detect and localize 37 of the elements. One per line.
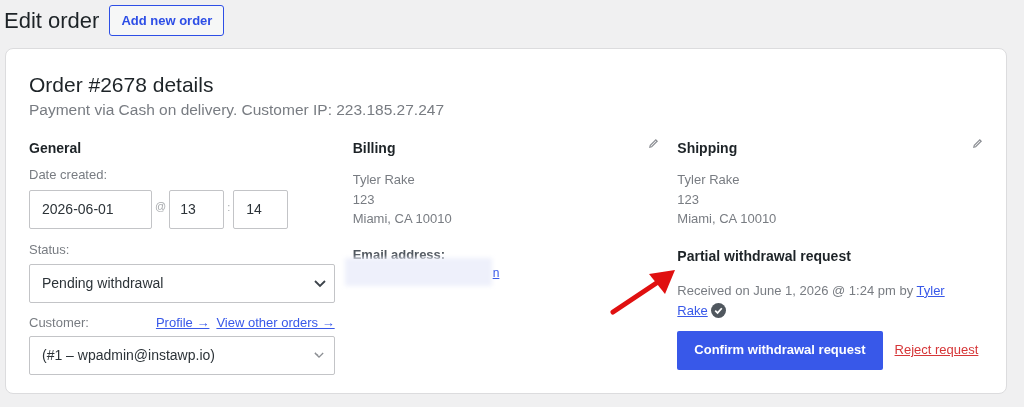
- field-label: Email address:: [352, 245, 447, 264]
- field-label: Date created:: [29, 166, 109, 184]
- address-line: Tyler Rake: [352, 171, 416, 189]
- customer-link[interactable]: View other orders →: [216, 313, 335, 333]
- pencil-icon[interactable]: [972, 138, 983, 149]
- hour-field[interactable]: 13: [169, 189, 225, 229]
- time-separator: :: [227, 199, 231, 215]
- address-line: 123: [352, 190, 376, 209]
- order-subheading: Payment via Cash on delivery. Customer IP: 223.185.27.247: [29, 100, 445, 120]
- field-label: Status:: [29, 240, 71, 259]
- chevron-icon: [313, 279, 326, 288]
- received-text: Received on June 1, 2026 @ 1:24 pm by Tyler Rake: [677, 281, 946, 320]
- minute-field[interactable]: 14: [233, 189, 289, 229]
- order-heading: Order #2678 details: [29, 72, 215, 98]
- customer-select[interactable]: (#1 – wpadmin@instawp.io): [29, 335, 335, 375]
- confirm-withdrawal-button[interactable]: Confirm withdrawal request: [677, 330, 883, 370]
- add-new-order-button[interactable]: Add new order: [109, 5, 225, 36]
- section-heading: General: [29, 139, 83, 158]
- address-line: 123: [677, 190, 701, 209]
- status-select[interactable]: Pending withdrawal: [29, 264, 335, 303]
- address-line: Tyler Rake: [677, 171, 741, 189]
- email-link[interactable]: n: [492, 264, 500, 282]
- at-sign: @: [155, 198, 167, 214]
- page-title: Edit order: [4, 7, 100, 35]
- withdrawal-heading: Partial withdrawal request: [677, 246, 852, 266]
- date-field[interactable]: 2026-06-01: [29, 189, 152, 229]
- address-line: Miami, CA 10010: [352, 210, 453, 228]
- pencil-icon[interactable]: [648, 138, 660, 149]
- section-heading: Shipping: [677, 139, 738, 158]
- customer-name-link[interactable]: Tyler: [916, 282, 945, 298]
- address-line: Miami, CA 10010: [677, 210, 778, 228]
- customer-name-link[interactable]: Rake: [677, 302, 708, 318]
- reject-request-link[interactable]: Reject request: [894, 340, 979, 360]
- field-label: Customer:: [29, 314, 89, 332]
- chevron-icon: [313, 351, 324, 359]
- section-heading: Billing: [352, 139, 396, 158]
- customer-link[interactable]: Profile →: [155, 313, 210, 333]
